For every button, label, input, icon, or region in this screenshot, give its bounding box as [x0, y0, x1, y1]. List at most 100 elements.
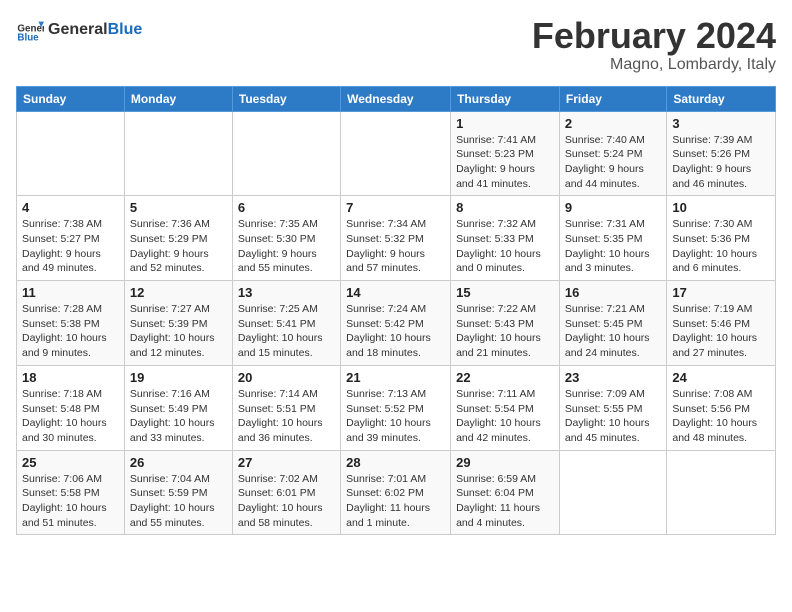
empty-cell: [232, 111, 340, 196]
day-cell-17: 17 Sunrise: 7:19 AM Sunset: 5:46 PM Dayli…: [667, 281, 776, 366]
day-detail: Sunrise: 7:14 AM Sunset: 5:51 PM Dayligh…: [238, 387, 335, 446]
day-detail: Sunrise: 7:39 AM Sunset: 5:26 PM Dayligh…: [672, 133, 770, 192]
week-row-2: 4 Sunrise: 7:38 AM Sunset: 5:27 PM Daylig…: [17, 196, 776, 281]
page-header: General Blue General Blue February 2024 M…: [16, 16, 776, 74]
header-thursday: Thursday: [451, 86, 560, 111]
day-detail: Sunrise: 7:04 AM Sunset: 5:59 PM Dayligh…: [130, 472, 227, 531]
day-number: 22: [456, 370, 554, 385]
day-detail: Sunrise: 7:19 AM Sunset: 5:46 PM Dayligh…: [672, 302, 770, 361]
day-detail: Sunrise: 7:08 AM Sunset: 5:56 PM Dayligh…: [672, 387, 770, 446]
day-cell-12: 12 Sunrise: 7:27 AM Sunset: 5:39 PM Dayli…: [124, 281, 232, 366]
day-number: 12: [130, 285, 227, 300]
day-number: 25: [22, 455, 119, 470]
day-detail: Sunrise: 7:30 AM Sunset: 5:36 PM Dayligh…: [672, 217, 770, 276]
day-number: 4: [22, 200, 119, 215]
day-detail: Sunrise: 7:16 AM Sunset: 5:49 PM Dayligh…: [130, 387, 227, 446]
day-detail: Sunrise: 7:40 AM Sunset: 5:24 PM Dayligh…: [565, 133, 661, 192]
day-detail: Sunrise: 7:02 AM Sunset: 6:01 PM Dayligh…: [238, 472, 335, 531]
empty-cell: [559, 450, 666, 535]
day-number: 8: [456, 200, 554, 215]
day-number: 14: [346, 285, 445, 300]
day-cell-8: 8 Sunrise: 7:32 AM Sunset: 5:33 PM Daylig…: [451, 196, 560, 281]
day-cell-26: 26 Sunrise: 7:04 AM Sunset: 5:59 PM Dayli…: [124, 450, 232, 535]
header-wednesday: Wednesday: [341, 86, 451, 111]
day-number: 19: [130, 370, 227, 385]
day-cell-23: 23Sunrise: 7:09 AM Sunset: 5:55 PM Dayli…: [559, 365, 666, 450]
day-cell-10: 10Sunrise: 7:30 AM Sunset: 5:36 PM Dayli…: [667, 196, 776, 281]
day-number: 6: [238, 200, 335, 215]
header-monday: Monday: [124, 86, 232, 111]
day-detail: Sunrise: 7:31 AM Sunset: 5:35 PM Dayligh…: [565, 217, 661, 276]
week-row-4: 18 Sunrise: 7:18 AM Sunset: 5:48 PM Dayli…: [17, 365, 776, 450]
day-cell-27: 27 Sunrise: 7:02 AM Sunset: 6:01 PM Dayli…: [232, 450, 340, 535]
day-number: 17: [672, 285, 770, 300]
day-detail: Sunrise: 7:13 AM Sunset: 5:52 PM Dayligh…: [346, 387, 445, 446]
header-tuesday: Tuesday: [232, 86, 340, 111]
week-row-5: 25 Sunrise: 7:06 AM Sunset: 5:58 PM Dayli…: [17, 450, 776, 535]
day-detail: Sunrise: 7:25 AM Sunset: 5:41 PM Dayligh…: [238, 302, 335, 361]
day-cell-9: 9 Sunrise: 7:31 AM Sunset: 5:35 PM Daylig…: [559, 196, 666, 281]
day-cell-18: 18 Sunrise: 7:18 AM Sunset: 5:48 PM Dayli…: [17, 365, 125, 450]
day-number: 20: [238, 370, 335, 385]
day-detail: Sunrise: 7:01 AM Sunset: 6:02 PM Dayligh…: [346, 472, 445, 531]
day-number: 16: [565, 285, 661, 300]
day-cell-15: 15 Sunrise: 7:22 AM Sunset: 5:43 PM Dayli…: [451, 281, 560, 366]
empty-cell: [124, 111, 232, 196]
day-detail: Sunrise: 7:38 AM Sunset: 5:27 PM Dayligh…: [22, 217, 119, 276]
day-cell-25: 25 Sunrise: 7:06 AM Sunset: 5:58 PM Dayli…: [17, 450, 125, 535]
day-cell-21: 21 Sunrise: 7:13 AM Sunset: 5:52 PM Dayli…: [341, 365, 451, 450]
day-cell-22: 22 Sunrise: 7:11 AM Sunset: 5:54 PM Dayli…: [451, 365, 560, 450]
header-saturday: Saturday: [667, 86, 776, 111]
day-number: 23: [565, 370, 661, 385]
day-cell-14: 14 Sunrise: 7:24 AM Sunset: 5:42 PM Dayli…: [341, 281, 451, 366]
day-detail: Sunrise: 7:32 AM Sunset: 5:33 PM Dayligh…: [456, 217, 554, 276]
day-number: 3: [672, 116, 770, 131]
logo-icon: General Blue: [16, 16, 44, 44]
day-detail: Sunrise: 7:34 AM Sunset: 5:32 PM Dayligh…: [346, 217, 445, 276]
day-detail: Sunrise: 7:22 AM Sunset: 5:43 PM Dayligh…: [456, 302, 554, 361]
day-detail: Sunrise: 7:35 AM Sunset: 5:30 PM Dayligh…: [238, 217, 335, 276]
empty-cell: [17, 111, 125, 196]
day-detail: Sunrise: 7:36 AM Sunset: 5:29 PM Dayligh…: [130, 217, 227, 276]
day-detail: Sunrise: 7:06 AM Sunset: 5:58 PM Dayligh…: [22, 472, 119, 531]
day-number: 27: [238, 455, 335, 470]
day-number: 26: [130, 455, 227, 470]
day-cell-29: 29Sunrise: 6:59 AM Sunset: 6:04 PM Dayli…: [451, 450, 560, 535]
header-sunday: Sunday: [17, 86, 125, 111]
day-number: 9: [565, 200, 661, 215]
day-detail: Sunrise: 7:21 AM Sunset: 5:45 PM Dayligh…: [565, 302, 661, 361]
calendar-header-row: SundayMondayTuesdayWednesdayThursdayFrid…: [17, 86, 776, 111]
day-cell-7: 7 Sunrise: 7:34 AM Sunset: 5:32 PM Daylig…: [341, 196, 451, 281]
month-title: February 2024: [532, 16, 776, 56]
day-cell-1: 1Sunrise: 7:41 AM Sunset: 5:23 PM Daylig…: [451, 111, 560, 196]
header-friday: Friday: [559, 86, 666, 111]
day-number: 1: [456, 116, 554, 131]
day-number: 21: [346, 370, 445, 385]
day-number: 18: [22, 370, 119, 385]
day-number: 2: [565, 116, 661, 131]
logo-text-general: General: [48, 21, 108, 38]
day-detail: Sunrise: 7:18 AM Sunset: 5:48 PM Dayligh…: [22, 387, 119, 446]
svg-text:Blue: Blue: [17, 33, 39, 44]
calendar-table: SundayMondayTuesdayWednesdayThursdayFrid…: [16, 86, 776, 536]
week-row-1: 1Sunrise: 7:41 AM Sunset: 5:23 PM Daylig…: [17, 111, 776, 196]
location-subtitle: Magno, Lombardy, Italy: [532, 56, 776, 74]
week-row-3: 11Sunrise: 7:28 AM Sunset: 5:38 PM Dayli…: [17, 281, 776, 366]
day-number: 24: [672, 370, 770, 385]
day-number: 11: [22, 285, 119, 300]
day-detail: Sunrise: 7:11 AM Sunset: 5:54 PM Dayligh…: [456, 387, 554, 446]
day-cell-20: 20 Sunrise: 7:14 AM Sunset: 5:51 PM Dayli…: [232, 365, 340, 450]
day-number: 7: [346, 200, 445, 215]
day-cell-13: 13 Sunrise: 7:25 AM Sunset: 5:41 PM Dayli…: [232, 281, 340, 366]
day-number: 29: [456, 455, 554, 470]
day-number: 15: [456, 285, 554, 300]
day-cell-5: 5Sunrise: 7:36 AM Sunset: 5:29 PM Daylig…: [124, 196, 232, 281]
day-detail: Sunrise: 7:24 AM Sunset: 5:42 PM Dayligh…: [346, 302, 445, 361]
day-number: 13: [238, 285, 335, 300]
day-cell-24: 24 Sunrise: 7:08 AM Sunset: 5:56 PM Dayli…: [667, 365, 776, 450]
empty-cell: [667, 450, 776, 535]
day-detail: Sunrise: 7:27 AM Sunset: 5:39 PM Dayligh…: [130, 302, 227, 361]
day-cell-3: 3 Sunrise: 7:39 AM Sunset: 5:26 PM Daylig…: [667, 111, 776, 196]
day-number: 28: [346, 455, 445, 470]
day-cell-2: 2 Sunrise: 7:40 AM Sunset: 5:24 PM Daylig…: [559, 111, 666, 196]
